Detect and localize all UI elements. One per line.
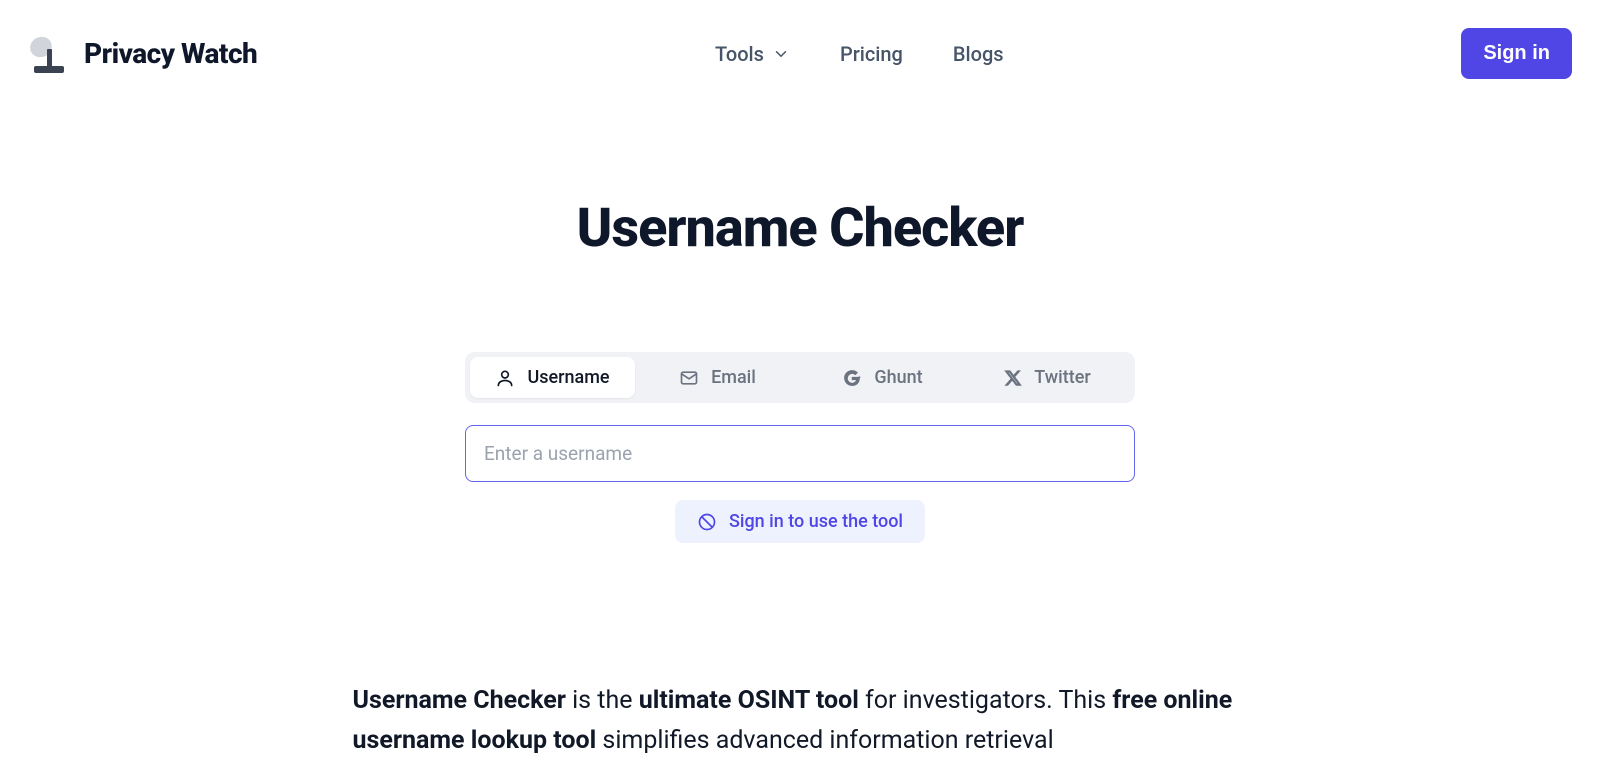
tab-twitter[interactable]: Twitter (965, 357, 1130, 398)
search-type-tabs: Username Email Ghunt Twitter (465, 352, 1135, 403)
satellite-dish-icon (28, 32, 72, 76)
page-title: Username Checker (577, 197, 1024, 260)
google-icon (842, 368, 862, 388)
tab-ghunt[interactable]: Ghunt (800, 357, 965, 398)
description-paragraph: Username Checker is the ultimate OSINT t… (353, 681, 1248, 761)
header: Privacy Watch Tools Pricing Blogs Sign i… (0, 0, 1600, 107)
tab-email[interactable]: Email (635, 357, 800, 398)
nav-tools[interactable]: Tools (715, 42, 790, 66)
nav-label: Tools (715, 42, 764, 66)
signin-notice[interactable]: Sign in to use the tool (675, 500, 925, 543)
username-input[interactable] (465, 425, 1135, 482)
brand-logo[interactable]: Privacy Watch (28, 32, 257, 76)
envelope-icon (679, 368, 699, 388)
tab-username[interactable]: Username (470, 357, 635, 398)
search-input-wrap (465, 425, 1135, 482)
nav-blogs[interactable]: Blogs (953, 42, 1004, 66)
desc-text: simplifies advanced information retrieva… (596, 726, 1053, 755)
brand-name: Privacy Watch (84, 37, 257, 70)
desc-bold: Username Checker (353, 686, 566, 715)
tab-label: Ghunt (874, 367, 922, 388)
x-icon (1004, 369, 1022, 387)
main-content: Username Checker Username Email Ghunt Tw… (0, 107, 1600, 761)
tab-label: Email (711, 367, 756, 388)
nav-pricing[interactable]: Pricing (840, 42, 903, 66)
signin-notice-label: Sign in to use the tool (729, 511, 903, 532)
chevron-down-icon (772, 45, 790, 63)
nav-label: Blogs (953, 42, 1004, 66)
tab-label: Twitter (1034, 367, 1090, 388)
nav-label: Pricing (840, 42, 903, 66)
main-nav: Tools Pricing Blogs (715, 42, 1004, 66)
signin-button[interactable]: Sign in (1461, 28, 1572, 79)
desc-text: for investigators. This (859, 686, 1112, 715)
user-icon (495, 368, 515, 388)
tab-label: Username (527, 367, 609, 388)
prohibited-icon (697, 512, 717, 532)
desc-text: is the (566, 686, 639, 715)
desc-bold: ultimate OSINT tool (639, 686, 859, 715)
